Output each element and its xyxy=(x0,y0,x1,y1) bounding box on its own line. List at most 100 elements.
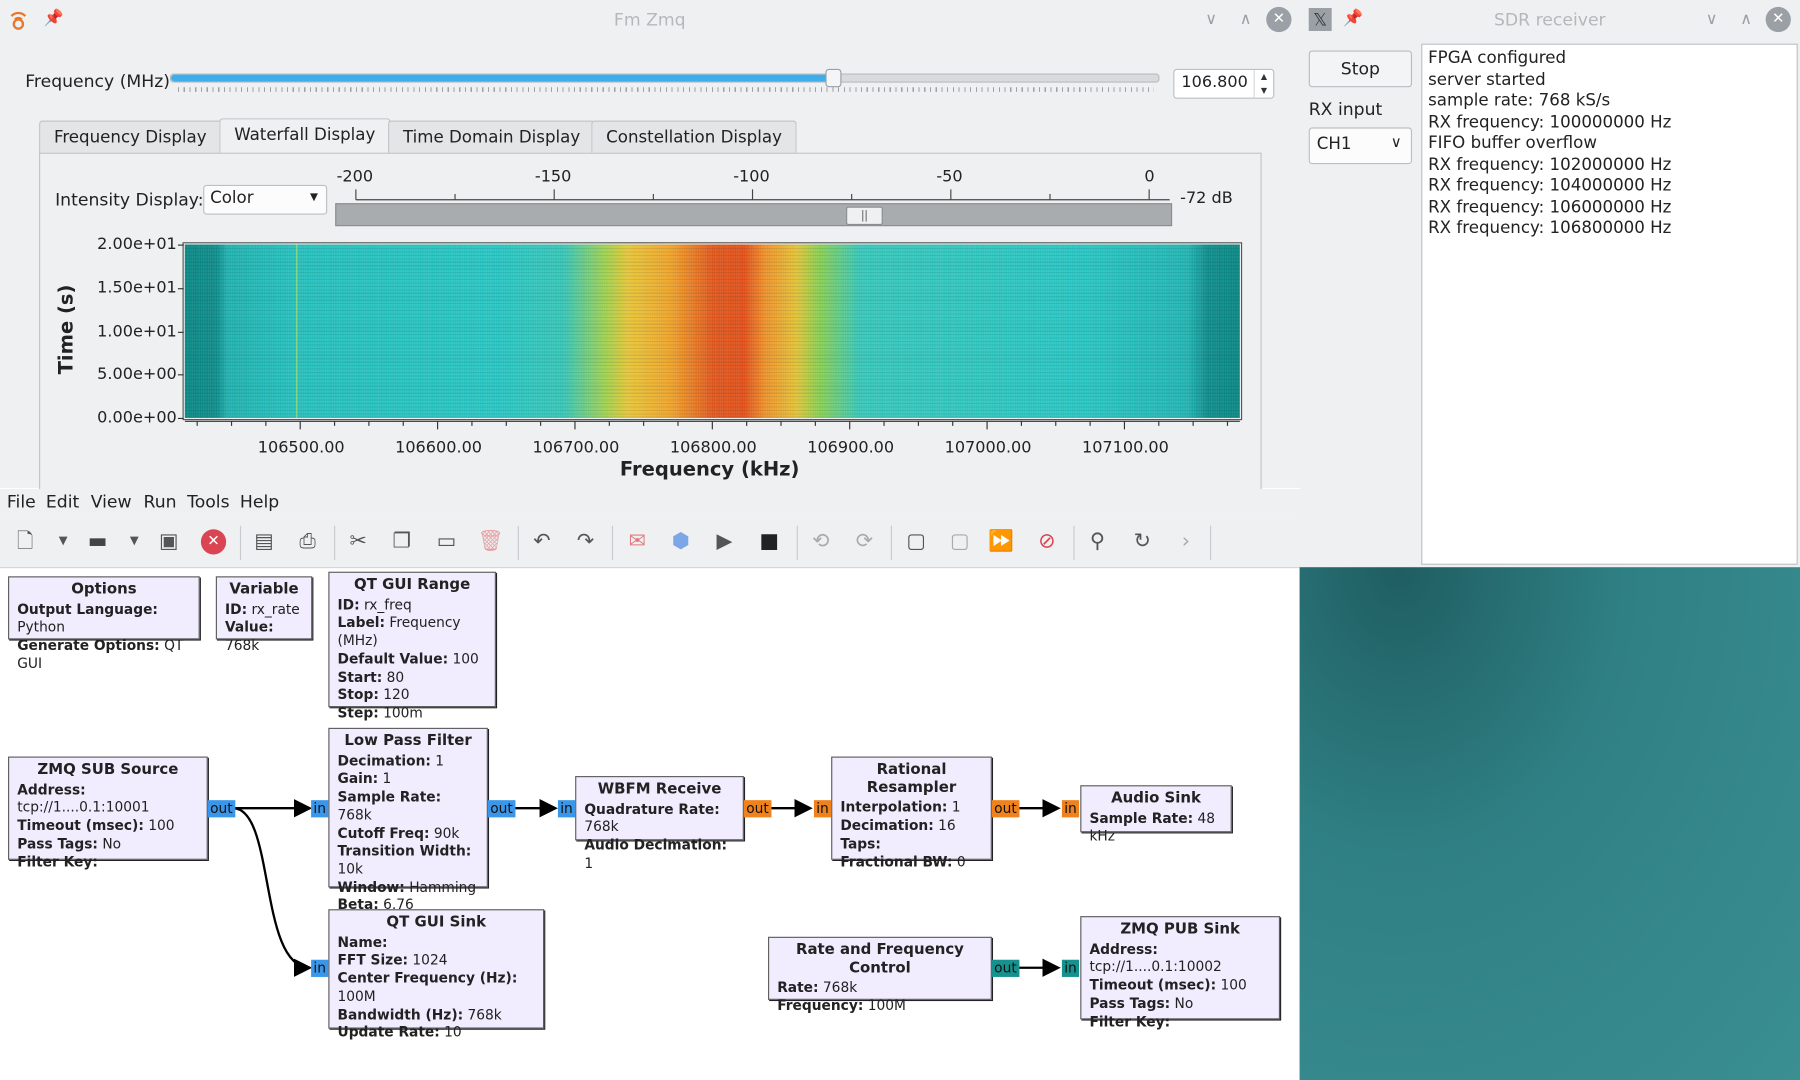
cut-icon[interactable]: ✂ xyxy=(346,529,371,554)
param-key: Bandwidth (Hz): xyxy=(337,1006,464,1023)
rotate-ccw-icon[interactable]: ⟲ xyxy=(808,529,833,554)
block-options[interactable]: Options Output Language: Python Generate O… xyxy=(8,576,200,671)
close-window-icon[interactable]: ✕ xyxy=(1266,6,1292,33)
disable-icon[interactable]: ▢ xyxy=(947,529,972,554)
block-qt-gui-range[interactable]: QT GUI Range ID: rx_freq Label: Frequency … xyxy=(328,571,496,721)
maximize-icon[interactable]: ∧ xyxy=(1733,7,1758,32)
block-rate-freq-control[interactable]: Rate and Frequency Control Rate: 768k Freq… xyxy=(768,936,992,1014)
spin-arrows-icon[interactable]: ▲ ▼ xyxy=(1253,70,1274,98)
more-icon[interactable]: › xyxy=(1173,529,1198,554)
frequency-slider-handle[interactable] xyxy=(825,68,842,88)
param-value: 1 xyxy=(378,770,392,787)
undo-icon[interactable]: ↶ xyxy=(529,529,554,554)
errors-icon[interactable]: ✉ xyxy=(625,529,650,554)
enable-icon[interactable]: ▢ xyxy=(903,529,928,554)
open-dropdown-icon[interactable]: ▼ xyxy=(122,529,147,554)
new-dropdown-icon[interactable]: ▼ xyxy=(51,529,76,554)
intensity-tick-label: -100 xyxy=(733,167,770,186)
intensity-select[interactable]: Color ▼ xyxy=(203,184,328,215)
menu-edit[interactable]: Edit xyxy=(46,491,79,512)
close-icon[interactable]: ✕ xyxy=(200,529,227,555)
paste-icon[interactable]: ▭ xyxy=(434,529,459,554)
block-zmq-sub-source[interactable]: ZMQ SUB Source Address: tcp://1....0.1:10… xyxy=(8,756,208,870)
intensity-slider[interactable] xyxy=(335,203,1173,227)
block-qt-gui-sink[interactable]: QT GUI Sink Name: FFT Size: 1024 Center Fr… xyxy=(328,909,545,1040)
minimize-icon[interactable]: ∨ xyxy=(1699,7,1724,32)
port-out[interactable]: out xyxy=(991,959,1020,977)
close-window-icon[interactable]: ✕ xyxy=(1765,6,1791,33)
param-value: 768k xyxy=(584,818,619,836)
port-in[interactable]: in xyxy=(557,800,576,818)
param-value: tcp://1....0.1:10002 xyxy=(1089,959,1222,976)
block-zmq-pub-sink[interactable]: ZMQ PUB Sink Address: tcp://1....0.1:1000… xyxy=(1080,916,1281,1029)
y-tick xyxy=(177,287,184,290)
port-in[interactable]: in xyxy=(311,959,329,977)
param-value: 120 xyxy=(378,686,410,703)
rotate-cw-icon[interactable]: ⟳ xyxy=(852,529,877,554)
port-in[interactable]: in xyxy=(1061,959,1080,977)
block-variable[interactable]: Variable ID: rx_rate Value: 768k xyxy=(215,576,313,653)
y-tick-label: 1.50e+01 xyxy=(97,278,177,298)
tab-constellation-display[interactable]: Constellation Display xyxy=(591,120,797,154)
copy-icon[interactable]: ❐ xyxy=(389,529,414,554)
block-rational-resampler[interactable]: Rational Resampler Interpolation: 1 Decima… xyxy=(831,756,992,870)
param-key: FFT Size: xyxy=(337,952,409,969)
bypass-icon[interactable]: ⏩ xyxy=(988,529,1014,554)
frequency-slider[interactable] xyxy=(169,68,1160,88)
delete-icon[interactable]: 🗑 xyxy=(478,529,504,554)
save-icon[interactable]: ▣ xyxy=(156,529,181,554)
port-out[interactable]: out xyxy=(743,800,772,818)
open-icon[interactable]: ▬ xyxy=(85,529,110,554)
reload-icon[interactable]: ↻ xyxy=(1130,529,1155,554)
stop-icon[interactable]: ■ xyxy=(757,529,782,554)
block-audio-sink[interactable]: Audio Sink Sample Rate: 48 kHz xyxy=(1080,785,1232,844)
maximize-icon[interactable]: ∧ xyxy=(1233,7,1258,32)
block-title: Variable xyxy=(229,580,299,599)
param-key: Name: xyxy=(337,934,388,951)
block-low-pass-filter[interactable]: Low Pass Filter Decimation: 1 Gain: 1 Sampl… xyxy=(328,727,488,913)
stop-button[interactable]: Stop xyxy=(1308,50,1413,88)
find-icon[interactable]: ⚲ xyxy=(1085,529,1110,554)
x-tick-label: 106900.00 xyxy=(807,438,895,457)
param-value: 768k xyxy=(225,637,260,654)
port-in[interactable]: in xyxy=(1061,800,1080,818)
port-out[interactable]: out xyxy=(991,800,1020,818)
minimize-icon[interactable]: ∨ xyxy=(1199,7,1224,32)
log-line: FIFO buffer overflow xyxy=(1428,134,1597,153)
frequency-spinbox[interactable]: 106.800 ▲ ▼ xyxy=(1173,68,1275,99)
run-icon[interactable]: ▶ xyxy=(712,529,737,554)
intensity-slider-handle[interactable] xyxy=(846,206,884,226)
pin-icon[interactable]: 📌 xyxy=(1343,9,1363,27)
param-value: 100m xyxy=(378,704,423,721)
block-title: ZMQ SUB Source xyxy=(37,761,179,779)
block-wbfm-receive[interactable]: WBFM Receive Quadrature Rate: 768k Audio D… xyxy=(575,776,744,871)
block-param: Interpolation: 1 xyxy=(840,799,982,817)
pin-icon[interactable]: 📌 xyxy=(44,9,64,27)
param-key: Rate: xyxy=(777,979,819,996)
log-output[interactable]: FPGA configured server started sample rate… xyxy=(1421,43,1798,565)
menu-view[interactable]: View xyxy=(91,491,132,512)
tab-frequency-display[interactable]: Frequency Display xyxy=(39,120,222,154)
tab-time-domain-display[interactable]: Time Domain Display xyxy=(388,120,596,154)
menu-file[interactable]: File xyxy=(7,491,36,512)
port-out[interactable]: out xyxy=(487,800,516,818)
block-title: Rational Resampler xyxy=(866,761,957,797)
kill-icon[interactable]: ⊘ xyxy=(1034,529,1059,554)
redo-icon[interactable]: ↷ xyxy=(573,529,598,554)
print-preview-icon[interactable]: ▤ xyxy=(251,529,276,554)
menu-tools[interactable]: Tools xyxy=(187,491,229,512)
menu-help[interactable]: Help xyxy=(240,491,279,512)
new-icon[interactable]: 🗋 xyxy=(13,529,38,554)
print-icon[interactable]: ⎙ xyxy=(295,529,320,554)
generate-icon[interactable]: ⬢ xyxy=(668,529,693,554)
menu-run[interactable]: Run xyxy=(144,491,177,512)
block-title: Rate and Frequency Control xyxy=(795,941,964,977)
block-param: Gain: 1 xyxy=(338,771,479,789)
port-in[interactable]: in xyxy=(311,800,329,818)
rx-input-select[interactable]: CH1 ∨ xyxy=(1308,127,1413,165)
param-key: Filter Key: xyxy=(1089,1013,1171,1030)
port-in[interactable]: in xyxy=(813,800,832,818)
port-out[interactable]: out xyxy=(207,800,235,818)
tab-waterfall-display[interactable]: Waterfall Display xyxy=(219,118,391,155)
param-key: Stop: xyxy=(337,686,379,703)
